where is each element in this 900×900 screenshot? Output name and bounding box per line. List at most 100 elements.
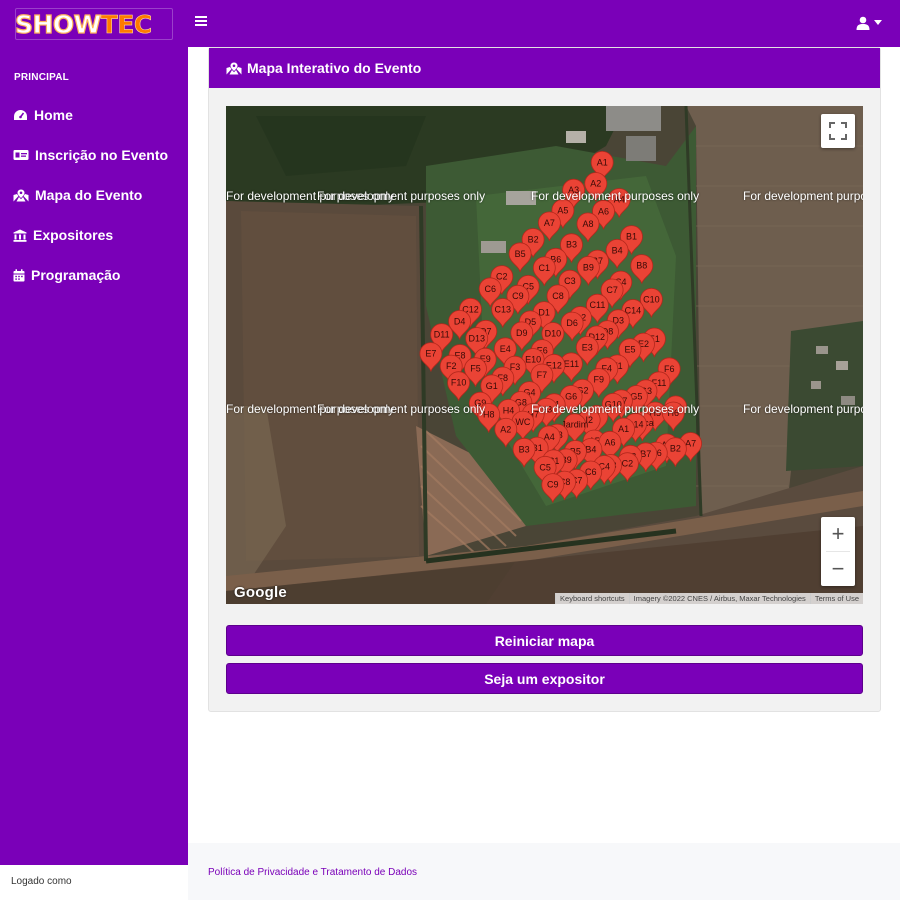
sidebar-item-programacao[interactable]: Programação: [13, 264, 120, 286]
fullscreen-button[interactable]: [821, 114, 855, 148]
satellite-imagery: A1A2A3A4A5A6A7A8B1B2B3B4B5B6B7B8B9C1C2C3…: [226, 106, 863, 604]
dev-watermark: For development purposes only: [531, 189, 700, 203]
card-title: Mapa Interativo do Evento: [247, 60, 422, 76]
keyboard-shortcuts-link[interactable]: Keyboard shortcuts: [555, 593, 629, 604]
user-icon: [856, 16, 870, 30]
map-marker-label: H4: [503, 405, 515, 415]
sidebar-item-home[interactable]: Home: [13, 104, 73, 126]
caret-down-icon: [874, 20, 882, 25]
bars-icon[interactable]: [193, 13, 209, 33]
zoom-control: + −: [821, 517, 855, 586]
sidebar-item-inscricao[interactable]: Inscrição no Evento: [13, 144, 168, 166]
showtec-logo[interactable]: SHOW TEC: [14, 8, 173, 40]
map-marker-label: A7: [685, 439, 696, 449]
dev-watermark: For development purposes only: [743, 402, 863, 416]
map-marked-icon: [13, 189, 29, 201]
map-marker-label: C7: [606, 285, 618, 295]
become-exhibitor-button[interactable]: Seja um expositor: [226, 663, 863, 694]
map-marker-label: E7: [425, 349, 436, 359]
map-marker-label: A8: [582, 219, 593, 229]
map-marker-label: D9: [516, 328, 528, 338]
sidebar-item-label: Programação: [31, 267, 121, 283]
map-marker-label: D13: [468, 334, 485, 344]
card-header: Mapa Interativo do Evento: [209, 48, 880, 88]
map-marker-label: F2: [446, 361, 457, 371]
map-marker-label: B4: [585, 444, 596, 454]
map-marked-icon: [226, 62, 242, 74]
sidebar: PRINCIPAL Home Inscrição no Evento Mapa …: [0, 47, 188, 865]
dev-watermark: For development purposes only: [317, 402, 486, 416]
map-marker-label: C5: [539, 462, 551, 472]
map-marker-label: E10: [525, 355, 541, 365]
privacy-policy-link[interactable]: Política de Privacidade e Tratamento de …: [208, 867, 417, 878]
map-marker-label: B2: [670, 444, 681, 454]
map-marker-label: A2: [500, 424, 511, 434]
map-marker-label: B9: [583, 262, 594, 272]
zoom-in-button[interactable]: +: [821, 517, 855, 551]
map-marker-label: C13: [494, 305, 511, 315]
map-marker-label: B3: [519, 444, 530, 454]
map-marker-label: C2: [496, 272, 508, 282]
map-marker-label: C2: [622, 459, 634, 469]
map-marker-label: E5: [624, 345, 635, 355]
map-marker-label: C1: [539, 263, 551, 273]
map-marker-label: F5: [470, 364, 481, 374]
top-navbar: SHOW TEC: [0, 0, 900, 47]
imagery-credit: Imagery ©2022 CNES / Airbus, Maxar Techn…: [628, 593, 810, 604]
map-marker-label: A7: [544, 218, 555, 228]
map-marker-label: D4: [454, 316, 466, 326]
map-attribution: Keyboard shortcuts Imagery ©2022 CNES / …: [555, 593, 863, 604]
map-marker-label: WC: [515, 417, 530, 427]
user-menu-toggle[interactable]: [856, 13, 882, 33]
sidebar-item-label: Mapa do Evento: [35, 187, 143, 203]
sidebar-item-label: Home: [34, 107, 73, 123]
terms-of-use-link[interactable]: Terms of Use: [809, 593, 863, 604]
map-marker-label: A1: [597, 157, 608, 167]
sidebar-item-expositores[interactable]: Expositores: [13, 224, 113, 246]
map-marker-label: B1: [626, 232, 637, 242]
page-footer: Política de Privacidade e Tratamento de …: [188, 843, 900, 900]
map-marker-label: D6: [566, 318, 578, 328]
dev-watermark: For development purposes only: [317, 189, 486, 203]
reset-map-button[interactable]: Reiniciar mapa: [226, 625, 863, 656]
map-marker-label: F6: [664, 364, 675, 374]
map-marker-label: B3: [566, 240, 577, 250]
map-marker-label: A6: [604, 437, 615, 447]
map-marker-label: D11: [434, 330, 450, 340]
map-marker-label: F7: [537, 370, 548, 380]
map-marker-label: C9: [512, 291, 524, 301]
calendar-icon: [13, 268, 25, 281]
logged-in-as-text: Logado como: [11, 876, 72, 887]
landmark-icon: [13, 229, 27, 242]
map-marker-label: E3: [582, 342, 593, 352]
fullscreen-icon: [829, 122, 847, 140]
map-marker-label: C6: [484, 284, 496, 294]
event-map[interactable]: A1A2A3A4A5A6A7A8B1B2B3B4B5B6B7B8B9C1C2C3…: [226, 106, 863, 604]
sidebar-item-label: Expositores: [33, 227, 114, 243]
map-marker-label: C11: [589, 300, 605, 310]
dev-watermark: For development purposes only: [531, 402, 700, 416]
sidebar-item-mapa[interactable]: Mapa do Evento: [13, 184, 142, 206]
map-marker-label: A1: [618, 424, 629, 434]
map-marker-label: E11: [564, 359, 579, 369]
sidebar-footer: Logado como: [0, 865, 188, 900]
map-marker-label: C8: [552, 291, 564, 301]
map-marker-label: A5: [557, 205, 568, 215]
map-marker-label: D10: [545, 329, 562, 339]
map-marker-label: G1: [486, 381, 498, 391]
map-marker-label: C3: [564, 276, 576, 286]
google-logo: Google: [234, 584, 287, 601]
map-marker-label: F9: [594, 375, 605, 385]
logo-frame: [15, 8, 173, 40]
map-marker-label: B5: [515, 249, 526, 259]
map-marker-label: C10: [643, 294, 660, 304]
map-marker-label: B4: [612, 245, 623, 255]
sidebar-item-label: Inscrição no Evento: [35, 147, 169, 163]
zoom-out-button[interactable]: −: [821, 552, 855, 586]
map-marker-label: C9: [547, 480, 559, 490]
id-card-icon: [13, 150, 29, 160]
map-marker-label: A6: [598, 206, 609, 216]
sidebar-heading: PRINCIPAL: [14, 72, 69, 83]
map-marker-label: G6: [565, 392, 577, 402]
map-marker-label: E4: [500, 344, 511, 354]
